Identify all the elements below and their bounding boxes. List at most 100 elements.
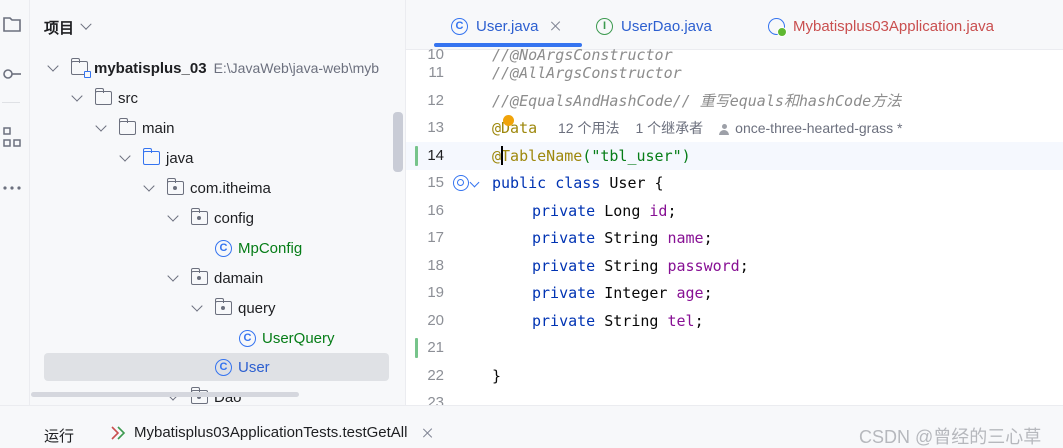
code-line: 21 [406,334,1063,362]
vertical-scrollbar[interactable] [393,112,403,172]
text-caret [501,146,503,166]
code-line: 17 private String name; [406,224,1063,252]
close-icon[interactable] [551,21,561,31]
chevron-down-icon[interactable] [95,120,107,132]
source-folder-icon [142,148,160,165]
class-icon: C [215,358,232,376]
project-panel-title: 项目 [44,19,75,37]
line-number: 13 [427,119,444,137]
tree-item-package-config[interactable]: config [31,204,405,232]
tab-label: User.java [476,17,539,35]
close-icon[interactable] [423,428,433,438]
author-hint[interactable]: once-three-hearted-grass * [719,120,902,136]
code-line: 20 private String tel; [406,307,1063,335]
tab-userdao-java[interactable]: I UserDao.java [596,12,712,40]
chevron-down-icon[interactable] [119,150,131,162]
tree-item-label: src [118,89,138,107]
tree-item-mpconfig[interactable]: C MpConfig [31,234,405,262]
chevron-down-icon[interactable] [191,300,203,312]
code-line: 19 private Integer age; [406,279,1063,307]
tree-item-label: main [142,119,175,137]
tree-item-java[interactable]: java [31,144,405,172]
tree-item-main[interactable]: main [31,114,405,142]
chevron-down-icon[interactable] [143,180,155,192]
tree-item-package-damain[interactable]: damain [31,264,405,292]
lightbulb-icon[interactable] [503,115,514,126]
project-panel-header[interactable]: 项目 [44,16,92,38]
tree-item-label: MpConfig [238,239,303,257]
interface-icon: I [596,17,613,35]
code-text: private String password; [532,257,749,275]
line-number: 20 [427,312,444,330]
tree-item-label: UserQuery [262,329,335,347]
keyword-token: private [532,201,596,220]
chevron-down-icon[interactable] [71,90,83,102]
field-token: password [667,256,740,275]
keyword-token: private [532,256,596,275]
keyword-token: private [532,228,596,247]
tree-item-package-query[interactable]: query [31,294,405,322]
implemented-icon[interactable] [453,174,469,191]
package-icon [166,178,184,195]
code-line: 18 private String password; [406,252,1063,280]
structure-icon[interactable] [0,126,24,150]
keyword-token: public class [492,173,601,192]
code-text: private Integer age; [532,284,713,302]
tree-item-label: mybatisplus_03 [94,59,207,77]
person-icon [719,123,730,135]
tree-item-label: config [214,209,255,227]
class-icon: C [451,17,468,35]
code-line: 12 //@EqualsAndHashCode// 重写equals和hashC… [406,87,1063,115]
chevron-down-icon[interactable] [47,60,59,72]
tree-item-label: java [166,149,194,167]
line-number: 12 [427,92,444,110]
code-line: 22 } [406,362,1063,390]
type-token: String [595,256,668,275]
folder-icon [118,118,136,135]
package-icon [190,208,208,225]
line-number: 11 [428,64,444,82]
commit-icon[interactable] [0,62,24,86]
line-number: 14 [427,147,444,165]
punct-token: ; [694,311,704,330]
tree-item-label: com.itheima [190,179,271,197]
code-text: @TableName("tbl_user") [492,147,691,165]
tree-item-label: User [238,358,270,376]
tab-application-java[interactable]: Mybatisplus03Application.java [768,12,994,40]
tree-item-package-itheima[interactable]: com.itheima [31,174,405,202]
arrow-down-icon [469,177,480,188]
activity-divider [2,102,20,103]
code-line: 23 [406,389,1063,405]
code-line-current: 14 @TableName("tbl_user") [406,142,1063,170]
class-icon: C [239,329,256,347]
line-number: 21 [427,339,444,357]
run-tool-title[interactable]: 运行 [44,425,74,446]
tree-item-user[interactable]: C User [44,353,389,381]
module-folder-icon [70,58,91,78]
folder-icon[interactable] [0,12,24,36]
package-icon [190,268,208,285]
more-icon[interactable] [0,176,24,200]
usages-hint[interactable]: 12 个用法 [558,118,619,138]
chevron-down-icon[interactable] [167,270,179,282]
type-token: Long [595,201,650,220]
run-config-tab[interactable]: Mybatisplus03ApplicationTests.testGetAll [110,424,433,441]
tree-item-project-root[interactable]: mybatisplus_03 E:\JavaWeb\java-web\myb [31,54,405,82]
tree-item-userquery[interactable]: C UserQuery [31,324,405,352]
folder-icon [94,88,112,105]
code-line: 16 private Long id; [406,197,1063,225]
tab-user-java[interactable]: C User.java [451,12,561,40]
punct-token: ; [703,283,713,302]
chevron-down-icon[interactable] [167,210,179,222]
field-token: age [676,283,704,302]
horizontal-scrollbar[interactable] [31,392,299,397]
run-config-label: Mybatisplus03ApplicationTests.testGetAll [134,424,408,441]
inheritors-hint[interactable]: 1 个继承者 [635,118,703,138]
code-text: } [492,366,502,385]
code-area[interactable]: 10 //@NoArgsConstructor 11 //@AllArgsCon… [406,46,1063,405]
line-number: 18 [427,257,444,275]
punct-token: ; [667,201,677,220]
keyword-token: private [532,283,596,302]
tree-item-src[interactable]: src [31,84,405,112]
test-run-icon [110,425,126,441]
